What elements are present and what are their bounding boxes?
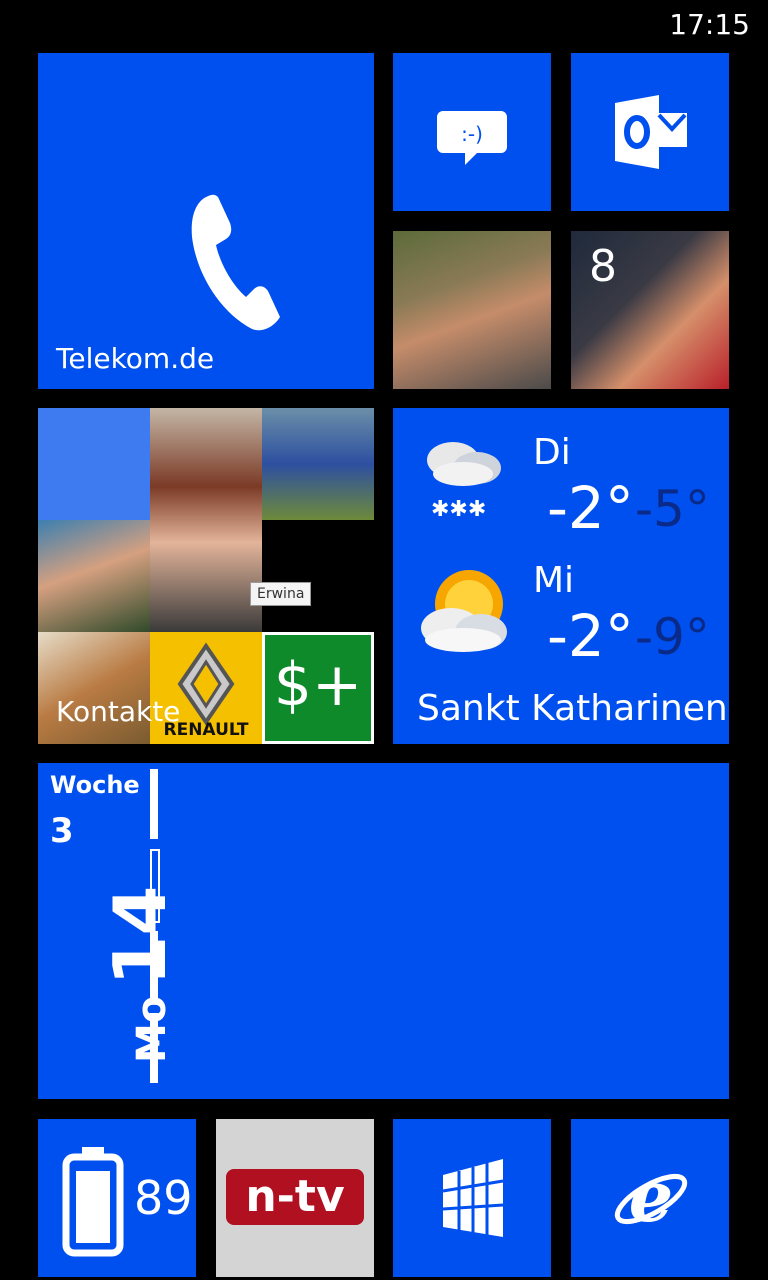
weather-low-2: -9° (635, 608, 710, 666)
store-tile[interactable] (393, 1119, 551, 1277)
store-icon (442, 1159, 504, 1237)
messaging-glyph: :-) (461, 122, 483, 146)
sun-cloud-icon (421, 570, 507, 652)
ntv-tile[interactable]: n-tv (216, 1119, 374, 1277)
calendar-day-number: 14 (98, 885, 182, 986)
svg-text:✱✱✱: ✱✱✱ (431, 497, 486, 522)
weather-location: Sankt Katharinen( (417, 688, 729, 729)
ntv-logo: n-tv (226, 1169, 364, 1225)
calendar-date: Mo14 (98, 886, 182, 1064)
contacts-tile-label: Kontakte (56, 695, 181, 728)
calendar-week-label: Woche (50, 771, 140, 799)
messaging-icon: :-) (437, 111, 507, 165)
calendar-event-bar (150, 931, 158, 999)
calendar-event-bar (150, 769, 158, 839)
mosaic-blank (38, 408, 150, 520)
calendar-event-bar-tentative (150, 849, 160, 923)
ie-tile[interactable]: e (571, 1119, 729, 1277)
messaging-tile[interactable]: :-) (393, 53, 551, 211)
mosaic-photo-large (150, 408, 262, 632)
phone-tile-label: Telekom.de (56, 342, 215, 375)
outlook-icon (615, 95, 687, 169)
contact-photo-tile-2[interactable]: 8 (571, 231, 729, 389)
calendar-tile[interactable]: Woche 3 Mo14 (38, 763, 729, 1099)
mosaic-photo-group (262, 408, 374, 520)
calendar-week-number: 3 (50, 811, 74, 851)
battery-percentage: 89 (134, 1171, 193, 1225)
notification-count: 8 (589, 241, 617, 292)
svg-text:e: e (629, 1159, 674, 1238)
snow-cloud-icon: ✱✱✱ (427, 442, 501, 522)
weather-day-1: Di (533, 432, 571, 473)
weather-day-2: Mi (533, 560, 575, 601)
contact-name-tooltip: Erwina (250, 582, 312, 606)
outlook-tile[interactable] (571, 53, 729, 211)
calendar-event-area (174, 785, 729, 1081)
weather-low-1: -5° (635, 480, 710, 538)
weather-tile[interactable]: ✱✱✱ Di -2° -5° Mi -2° -9° Sankt Katharin… (393, 408, 729, 744)
status-clock: 17:15 (669, 8, 750, 41)
battery-tile[interactable]: 89 (38, 1119, 196, 1277)
weather-high-2: -2° (547, 602, 634, 670)
weather-high-1: -2° (547, 474, 634, 542)
phone-tile[interactable]: Telekom.de (38, 53, 374, 389)
contact-photo-tile-1[interactable] (393, 231, 551, 389)
contacts-tile[interactable]: RENAULT $+ Erwina Kontakte (38, 408, 374, 744)
calendar-event-bar (150, 1013, 158, 1083)
internet-explorer-icon: e (614, 1159, 688, 1238)
mosaic-photo-woman (38, 520, 150, 632)
health-symbol: $+ (265, 635, 371, 741)
battery-icon (62, 1147, 124, 1257)
phone-icon (191, 194, 280, 331)
health-logo: $+ (262, 632, 374, 744)
